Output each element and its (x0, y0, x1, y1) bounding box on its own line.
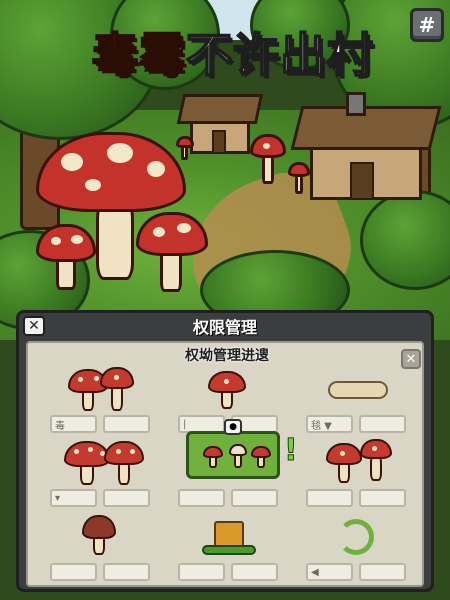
mushroom-small (250, 134, 286, 184)
cell-slot (359, 489, 406, 507)
bone-icon (320, 365, 392, 413)
permission-dialog: 权限管理 ✕ 权坳管理进遚 ✕ 毒 | 毯 ▼ ▾ ◀ ● ! (16, 310, 434, 592)
grid-cell[interactable] (300, 439, 412, 509)
grid-cell[interactable]: 毯 ▼ (300, 365, 412, 435)
mushroom (136, 212, 208, 292)
mushroom-pair-icon (64, 439, 144, 487)
cell-slot (359, 415, 406, 433)
selected-item-card[interactable] (186, 431, 280, 479)
vine-icon (320, 513, 392, 561)
cell-slot (178, 563, 225, 581)
crate-icon (192, 513, 264, 561)
mushroom-icon (192, 365, 264, 413)
cell-slot (178, 489, 225, 507)
mushroom-group-icon (320, 439, 392, 487)
grid-cell[interactable] (44, 513, 156, 583)
title-white-part: 不许出村 (185, 27, 374, 83)
title-red-part: 毒霉 (91, 27, 186, 83)
cell-slot (231, 563, 278, 581)
cell-slot (103, 563, 150, 581)
large-house (290, 92, 442, 204)
cell-slot: 毒 (50, 415, 97, 433)
cell-slot (306, 489, 353, 507)
dialog-title: 权限管理 (192, 318, 257, 337)
grid-cell[interactable]: ◀ (300, 513, 412, 583)
mushroom-tiny (176, 136, 194, 160)
grid-cell[interactable]: 毒 (44, 365, 156, 435)
grid-icon: # (418, 13, 436, 37)
mushroom (36, 224, 96, 290)
cell-slot: ◀ (306, 563, 353, 581)
settings-button[interactable]: # (410, 8, 444, 42)
dialog-close-button[interactable]: ✕ (23, 316, 45, 336)
brown-mushroom-icon (64, 513, 136, 561)
cell-slot (50, 563, 97, 581)
cell-slot: ▾ (50, 489, 97, 507)
panel-subtitle: 权坳管理进遚 (185, 348, 269, 364)
mushroom-pair-icon (64, 365, 136, 413)
grid-cell[interactable] (172, 513, 284, 583)
dialog-header: 权限管理 (19, 313, 431, 339)
cell-slot (359, 563, 406, 581)
game-title: 毒霉 不许出村 (91, 22, 374, 83)
cell-slot (103, 415, 150, 433)
grid-cell[interactable]: ▾ (44, 439, 156, 509)
cell-slot: 毯 ▼ (306, 415, 353, 433)
cell-slot (103, 489, 150, 507)
close-icon: ✕ (28, 318, 40, 334)
permission-panel: 权坳管理进遚 ✕ 毒 | 毯 ▼ ▾ ◀ ● ! (26, 341, 424, 587)
lock-icon: ● (224, 419, 242, 435)
cell-slot (231, 489, 278, 507)
alert-icon: ! (284, 433, 299, 469)
mushroom-tiny (288, 162, 310, 194)
